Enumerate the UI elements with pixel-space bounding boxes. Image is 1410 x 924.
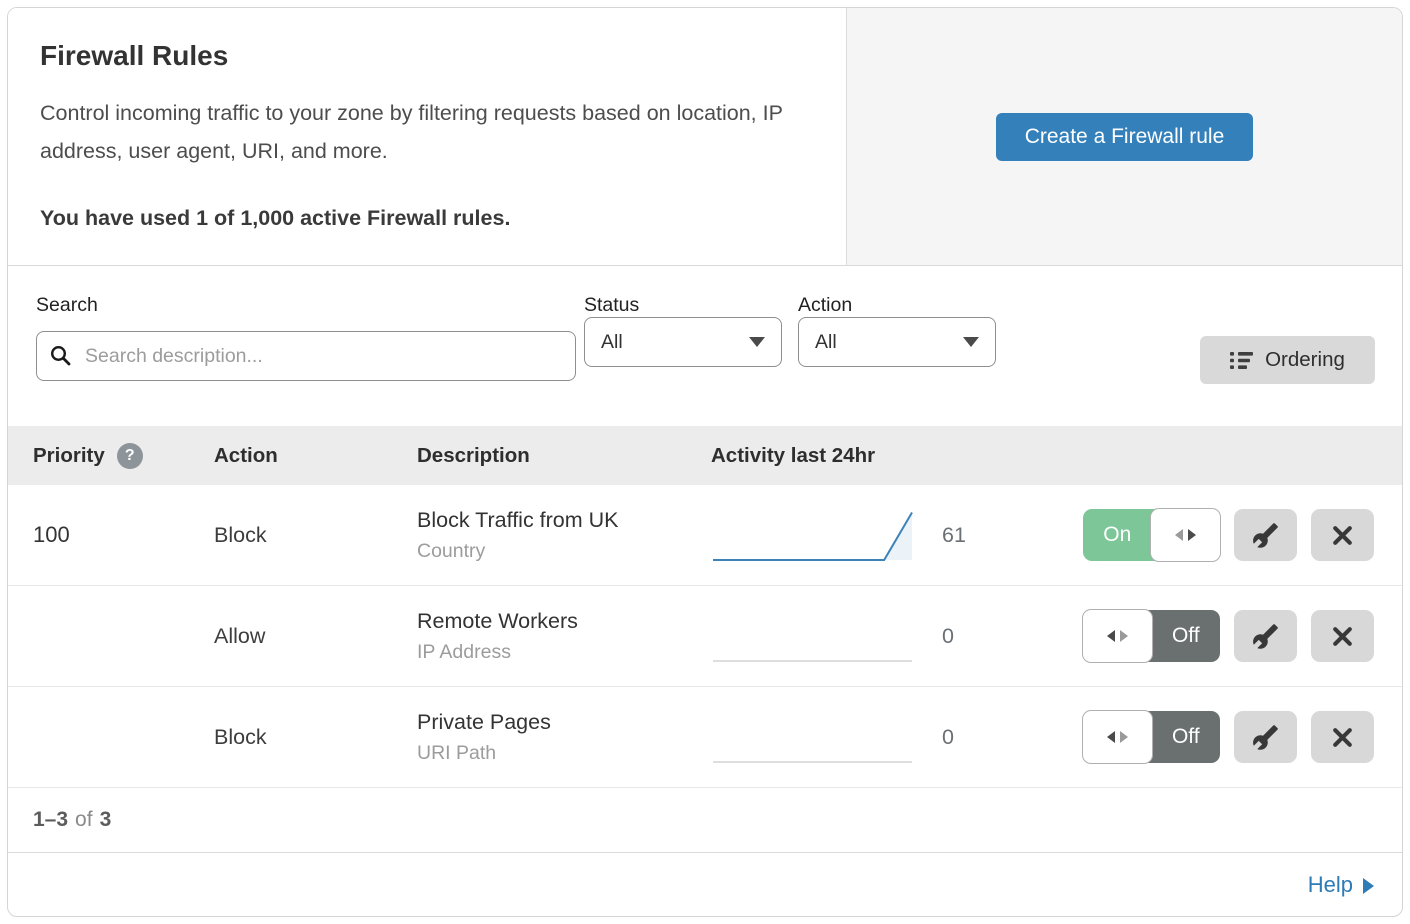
rule-enable-toggle[interactable]: Off bbox=[1083, 711, 1220, 763]
rule-match-type: URI Path bbox=[417, 742, 711, 765]
column-action: Action bbox=[214, 444, 417, 468]
column-description: Description bbox=[417, 444, 711, 468]
action-selected-value: All bbox=[815, 331, 963, 354]
activity-count: 61 bbox=[942, 523, 966, 548]
edit-rule-button[interactable] bbox=[1234, 509, 1297, 561]
rule-description: Remote Workers bbox=[417, 609, 711, 634]
delete-rule-button[interactable] bbox=[1311, 610, 1374, 662]
action-select[interactable]: All bbox=[798, 317, 996, 367]
action-label: Action bbox=[798, 294, 996, 317]
close-icon bbox=[1330, 523, 1355, 548]
action-value: Block bbox=[214, 523, 417, 548]
rule-description: Block Traffic from UK bbox=[417, 508, 711, 533]
arrow-right-icon bbox=[1363, 878, 1374, 894]
header-action-panel: Create a Firewall rule bbox=[846, 8, 1402, 265]
search-input[interactable] bbox=[36, 331, 576, 381]
chevron-down-icon bbox=[963, 337, 979, 347]
status-select[interactable]: All bbox=[584, 317, 782, 367]
status-selected-value: All bbox=[601, 331, 749, 354]
ordering-button[interactable]: Ordering bbox=[1200, 336, 1375, 384]
activity-count: 0 bbox=[942, 725, 954, 750]
rule-match-type: IP Address bbox=[417, 641, 711, 664]
toggle-state-label: On bbox=[1083, 509, 1152, 561]
wrench-icon bbox=[1252, 522, 1279, 549]
activity-sparkline bbox=[711, 707, 916, 767]
ordering-button-label: Ordering bbox=[1265, 348, 1345, 372]
activity-sparkline bbox=[711, 606, 916, 666]
page-title: Firewall Rules bbox=[40, 40, 810, 72]
help-link-label: Help bbox=[1308, 872, 1353, 898]
firewall-rules-card: Firewall Rules Control incoming traffic … bbox=[7, 7, 1403, 917]
ordering-list-icon bbox=[1230, 350, 1253, 371]
filter-bar: Search Status All Action All bbox=[8, 266, 1402, 426]
toggle-state-label: Off bbox=[1152, 610, 1221, 662]
search-filter-group: Search bbox=[36, 294, 576, 381]
column-activity: Activity last 24hr bbox=[711, 444, 1402, 468]
search-label: Search bbox=[36, 294, 576, 317]
rule-match-type: Country bbox=[417, 540, 711, 563]
toggle-handle bbox=[1150, 508, 1221, 562]
action-filter-group: Action All bbox=[798, 294, 996, 367]
page-header: Firewall Rules Control incoming traffic … bbox=[8, 8, 1402, 266]
pagination-range: 1–3 bbox=[33, 808, 68, 832]
table-row: Allow Remote Workers IP Address 0 Off bbox=[8, 586, 1402, 687]
close-icon bbox=[1330, 624, 1355, 649]
pagination-status: 1–3 of 3 bbox=[8, 788, 1402, 853]
activity-sparkline bbox=[711, 505, 916, 565]
table-row: Block Private Pages URI Path 0 Off bbox=[8, 687, 1402, 788]
usage-note: You have used 1 of 1,000 active Firewall… bbox=[40, 206, 810, 231]
status-label: Status bbox=[584, 294, 782, 317]
close-icon bbox=[1330, 725, 1355, 750]
toggle-handle bbox=[1082, 710, 1153, 764]
rule-description: Private Pages bbox=[417, 710, 711, 735]
rule-enable-toggle[interactable]: On bbox=[1083, 509, 1220, 561]
help-link[interactable]: Help bbox=[1308, 872, 1374, 898]
activity-count: 0 bbox=[942, 624, 954, 649]
page-description: Control incoming traffic to your zone by… bbox=[40, 94, 810, 170]
pagination-of: of bbox=[75, 808, 93, 832]
delete-rule-button[interactable] bbox=[1311, 509, 1374, 561]
priority-value: 100 bbox=[33, 522, 214, 548]
rule-enable-toggle[interactable]: Off bbox=[1083, 610, 1220, 662]
table-row: 100 Block Block Traffic from UK Country … bbox=[8, 485, 1402, 586]
edit-rule-button[interactable] bbox=[1234, 610, 1297, 662]
search-icon bbox=[49, 344, 73, 368]
pagination-total: 3 bbox=[100, 808, 112, 832]
wrench-icon bbox=[1252, 623, 1279, 650]
wrench-icon bbox=[1252, 724, 1279, 751]
edit-rule-button[interactable] bbox=[1234, 711, 1297, 763]
action-value: Allow bbox=[214, 624, 417, 649]
help-bar: Help bbox=[8, 853, 1402, 916]
action-value: Block bbox=[214, 725, 417, 750]
table-header: Priority ? Action Description Activity l… bbox=[8, 426, 1402, 485]
delete-rule-button[interactable] bbox=[1311, 711, 1374, 763]
create-firewall-rule-button[interactable]: Create a Firewall rule bbox=[996, 113, 1254, 161]
column-priority: Priority bbox=[33, 444, 105, 468]
chevron-down-icon bbox=[749, 337, 765, 347]
toggle-handle bbox=[1082, 609, 1153, 663]
header-text-panel: Firewall Rules Control incoming traffic … bbox=[8, 8, 846, 265]
status-filter-group: Status All bbox=[584, 294, 782, 367]
toggle-state-label: Off bbox=[1152, 711, 1221, 763]
priority-help-icon[interactable]: ? bbox=[117, 443, 143, 469]
